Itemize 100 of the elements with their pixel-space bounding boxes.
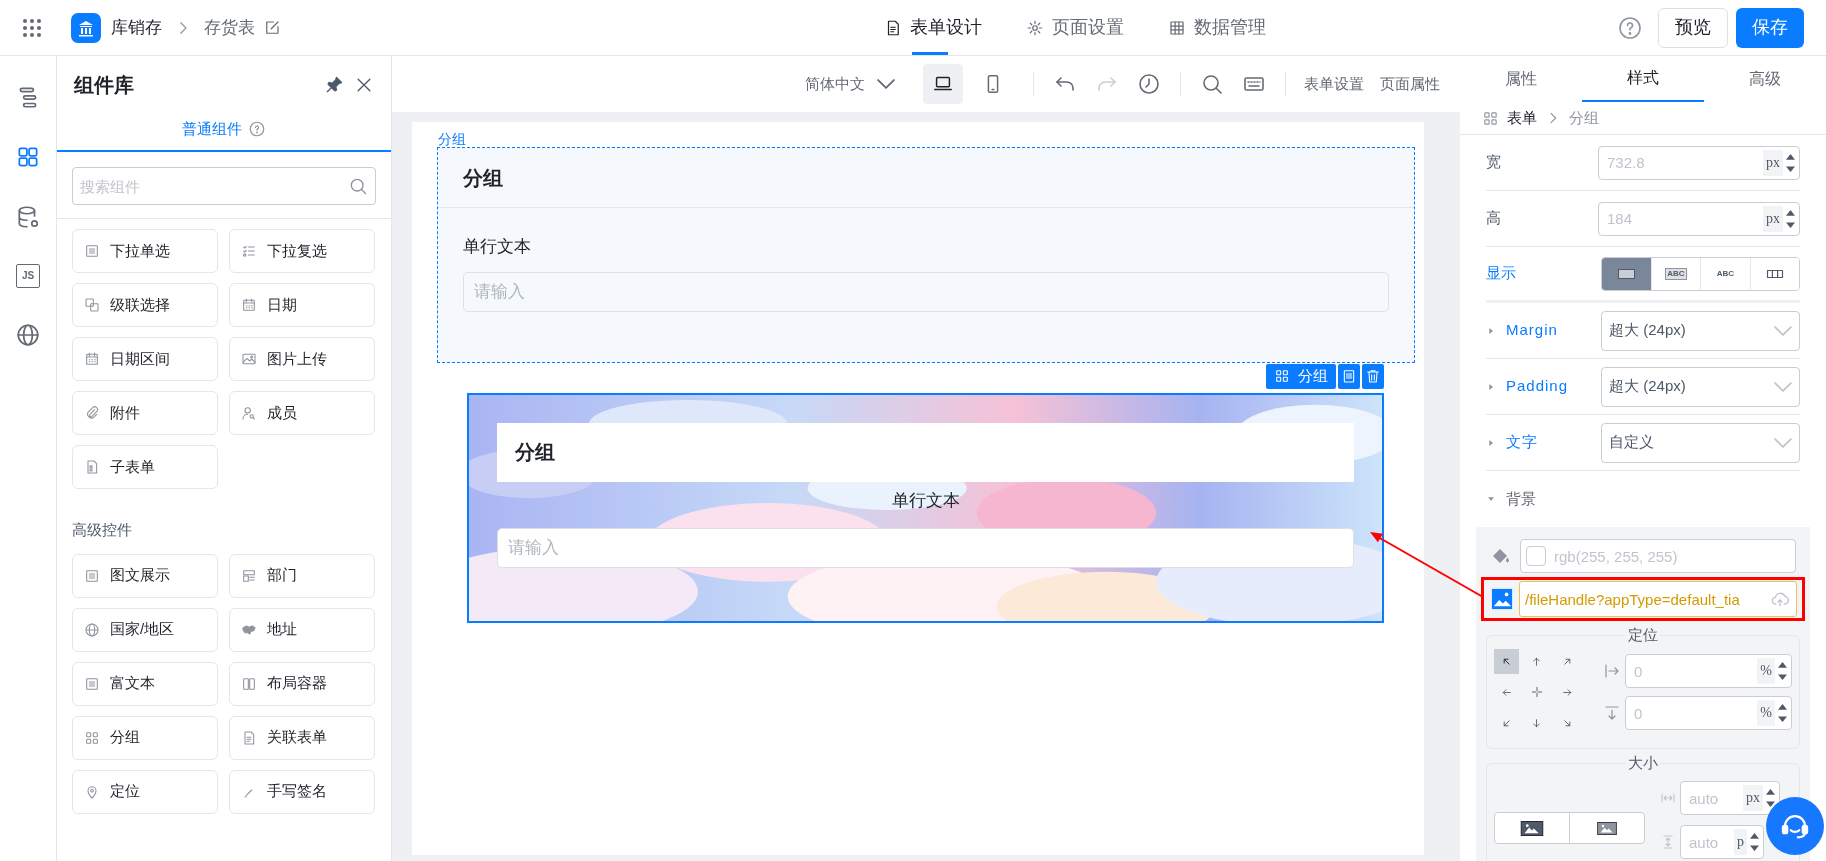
- color-swatch[interactable]: [1526, 546, 1546, 566]
- display-option[interactable]: [1749, 257, 1799, 290]
- sidebar-tab[interactable]: [15, 204, 41, 230]
- component-item[interactable]: 图片上传: [229, 337, 375, 381]
- panel-title: 组件库: [74, 73, 135, 98]
- number-input[interactable]: 0: [1634, 655, 1758, 687]
- size-mode-toggle[interactable]: [1494, 812, 1645, 844]
- component-item[interactable]: 下拉复选: [229, 229, 375, 273]
- globe-icon: [15, 322, 41, 348]
- language-select[interactable]: 简体中文: [805, 72, 895, 96]
- unit-label: px: [1743, 785, 1763, 811]
- component-item[interactable]: 级联选择: [72, 283, 218, 327]
- document-icon: [241, 729, 257, 746]
- document-icon: [84, 459, 100, 475]
- component-item[interactable]: 部门: [229, 553, 375, 598]
- number-input[interactable]: 0: [1634, 697, 1758, 729]
- group-title: 分组: [515, 440, 555, 465]
- component-item[interactable]: 关联表单: [229, 715, 375, 760]
- number-field[interactable]: auto px: [1680, 781, 1780, 815]
- inspector-tab[interactable]: 样式: [1582, 56, 1704, 102]
- component-item[interactable]: 国家/地区: [72, 607, 218, 652]
- component-item[interactable]: 下拉单选: [72, 229, 218, 273]
- help-icon: [1618, 15, 1642, 40]
- panel-tab[interactable]: 普通组件: [182, 117, 242, 141]
- crosshair-icon: [1529, 685, 1544, 699]
- sidebar-tab[interactable]: [15, 322, 41, 348]
- js-tab[interactable]: JS: [16, 264, 40, 288]
- person-icon: [241, 405, 257, 421]
- number-field[interactable]: 0 %: [1625, 654, 1792, 688]
- number-input[interactable]: auto: [1689, 782, 1743, 814]
- save-button[interactable]: 保存: [1736, 7, 1804, 48]
- component-item[interactable]: 日期: [229, 283, 375, 327]
- apps-grid-icon[interactable]: [22, 17, 42, 38]
- color-field[interactable]: rgb(255, 255, 255): [1520, 539, 1796, 573]
- component-item[interactable]: 手写签名: [229, 769, 375, 814]
- search-icon: [348, 176, 368, 196]
- sidebar-tab[interactable]: [15, 144, 41, 170]
- app-title[interactable]: 库销存: [111, 14, 162, 41]
- section-label[interactable]: Padding: [1506, 375, 1569, 398]
- breadcrumb-item[interactable]: 表单: [1507, 106, 1537, 130]
- device-button[interactable]: [923, 64, 963, 104]
- unit-label: px: [1763, 205, 1783, 232]
- inspector-tab[interactable]: 高级: [1704, 56, 1826, 102]
- group-title: 分组: [463, 165, 503, 191]
- search-button[interactable]: [1200, 72, 1224, 96]
- component-item[interactable]: 附件: [72, 391, 218, 435]
- edit-icon: [263, 18, 281, 37]
- history-button[interactable]: [1137, 72, 1161, 96]
- color-input[interactable]: rgb(255, 255, 255): [1554, 540, 1790, 572]
- select-field[interactable]: 自定义: [1601, 422, 1800, 463]
- select-field[interactable]: 超大 (24px): [1601, 366, 1800, 407]
- component-item[interactable]: 成员: [229, 391, 375, 435]
- display-option[interactable]: [1602, 257, 1651, 290]
- anchor-button[interactable]: [1494, 648, 1519, 674]
- offset-x-icon: [1603, 662, 1621, 680]
- inspector-tab[interactable]: 属性: [1460, 56, 1582, 102]
- select-field[interactable]: 超大 (24px): [1601, 310, 1800, 351]
- field-label: 宽: [1486, 152, 1502, 173]
- text-input[interactable]: 请输入: [497, 527, 1354, 568]
- section-label[interactable]: 背景: [1506, 487, 1536, 511]
- block-icon: [1617, 268, 1635, 279]
- list-icon: [84, 675, 100, 692]
- page-properties-button[interactable]: 页面属性: [1380, 72, 1440, 96]
- component-item[interactable]: 富文本: [72, 661, 218, 706]
- calendar-icon: [241, 297, 257, 313]
- nav-tab[interactable]: 数据管理: [1167, 0, 1266, 55]
- text-input[interactable]: 请输入: [463, 271, 1389, 312]
- number-field[interactable]: 732.8 px: [1598, 145, 1800, 180]
- number-field[interactable]: 184 px: [1598, 201, 1800, 236]
- number-input[interactable]: auto: [1689, 826, 1734, 858]
- number-field[interactable]: 0 %: [1625, 696, 1792, 730]
- component-item[interactable]: 地址: [229, 607, 375, 652]
- section-label[interactable]: 文字: [1506, 431, 1538, 454]
- component-item[interactable]: 分组: [72, 715, 218, 760]
- number-input[interactable]: 184: [1607, 202, 1763, 235]
- number-field[interactable]: auto p: [1680, 825, 1764, 859]
- copy-button[interactable]: [1338, 363, 1360, 389]
- group-badge[interactable]: 分组: [1266, 363, 1336, 389]
- grid-icon: [1482, 109, 1499, 127]
- squares-icon: [84, 297, 100, 313]
- image-icon: [1491, 588, 1513, 610]
- group-container[interactable]: 分组 单行文本 请输入: [437, 147, 1415, 363]
- number-input[interactable]: 732.8: [1607, 146, 1763, 179]
- history-icon: [1137, 72, 1161, 96]
- help-icon: [248, 120, 266, 138]
- component-item[interactable]: 布局容器: [229, 661, 375, 706]
- section-label[interactable]: Margin: [1506, 319, 1558, 342]
- columns-icon: [241, 675, 257, 692]
- component-item[interactable]: 图文展示: [72, 553, 218, 598]
- component-item[interactable]: 定位: [72, 769, 218, 814]
- image-icon: [241, 351, 257, 367]
- form-settings-button[interactable]: 表单设置: [1304, 72, 1364, 96]
- delete-button[interactable]: [1362, 363, 1384, 389]
- search-input[interactable]: 搜索组件: [80, 168, 348, 204]
- nav-tab[interactable]: 表单设计: [883, 0, 982, 55]
- component-item[interactable]: 日期区间: [72, 337, 218, 381]
- preview-button[interactable]: 预览: [1658, 7, 1728, 48]
- search-field[interactable]: 搜索组件: [72, 167, 376, 205]
- nav-tab[interactable]: 页面设置: [1025, 0, 1124, 55]
- component-item[interactable]: 子表单: [72, 445, 218, 489]
